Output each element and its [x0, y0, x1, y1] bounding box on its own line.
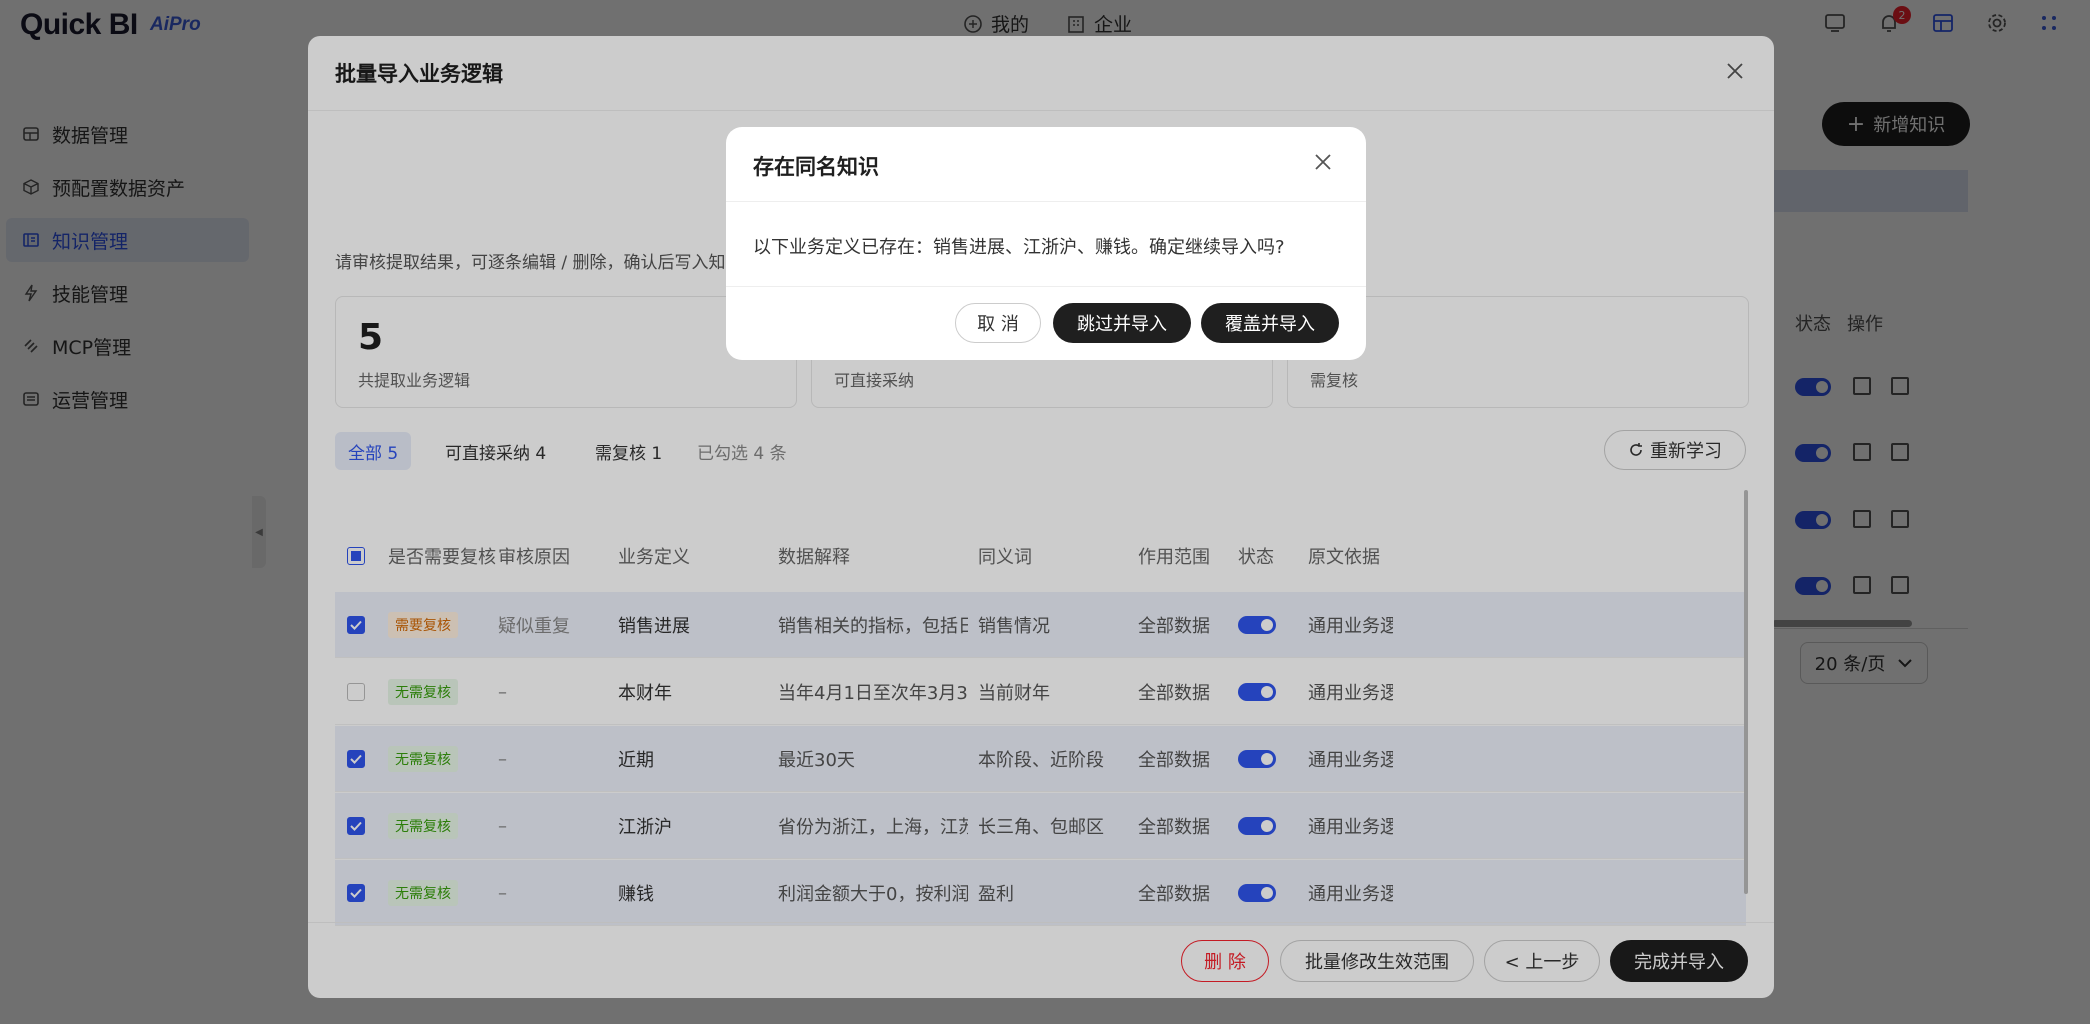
skip-import-button[interactable]: 跳过并导入 [1053, 303, 1191, 343]
cancel-button[interactable]: 取 消 [955, 303, 1041, 343]
duplicate-knowledge-dialog: 存在同名知识 以下业务定义已存在：销售进展、江浙沪、赚钱。确定继续导入吗? 取 … [726, 127, 1366, 360]
dialog-message: 以下业务定义已存在：销售进展、江浙沪、赚钱。确定继续导入吗? [753, 237, 1285, 258]
divider [726, 201, 1366, 202]
dialog-title: 存在同名知识 [753, 155, 879, 179]
divider [726, 286, 1366, 287]
overwrite-import-button[interactable]: 覆盖并导入 [1201, 303, 1339, 343]
close-icon[interactable] [1306, 145, 1340, 179]
